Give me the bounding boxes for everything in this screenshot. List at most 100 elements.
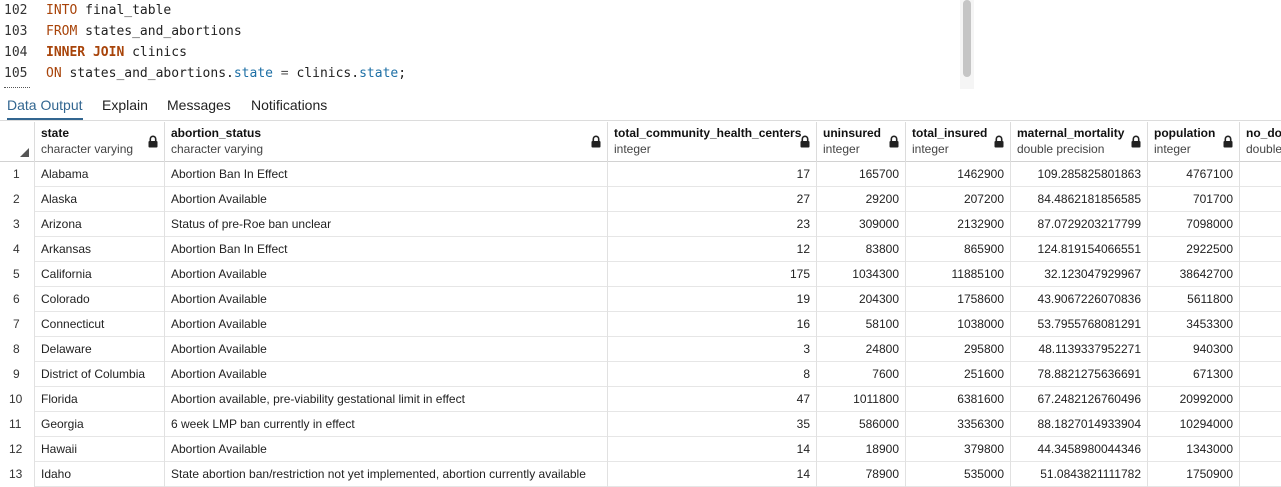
row-number[interactable]: 11 xyxy=(0,412,35,437)
cell-no-do[interactable] xyxy=(1240,387,1281,412)
row-number[interactable]: 3 xyxy=(0,212,35,237)
code-line[interactable]: 105 ON states_and_abortions.state = clini… xyxy=(0,63,960,84)
cell-no-do[interactable] xyxy=(1240,237,1281,262)
cell-abortion-status[interactable]: Abortion Available xyxy=(165,362,608,387)
cell-abortion-status[interactable]: Abortion Available xyxy=(165,337,608,362)
cell-state[interactable]: Alaska xyxy=(35,187,165,212)
cell-abortion-status[interactable]: Abortion available, pre-viability gestat… xyxy=(165,387,608,412)
cell-total-insured[interactable]: 11885100 xyxy=(906,262,1011,287)
table-row[interactable]: 13 Idaho State abortion ban/restriction no… xyxy=(0,462,1281,487)
cell-total-insured[interactable]: 6381600 xyxy=(906,387,1011,412)
cell-maternal-mortality[interactable]: 67.2482126760496 xyxy=(1011,387,1148,412)
cell-no-do[interactable] xyxy=(1240,412,1281,437)
cell-total-community-health-centers[interactable]: 19 xyxy=(608,287,817,312)
cell-total-insured[interactable]: 295800 xyxy=(906,337,1011,362)
code-line[interactable]: 102 INTO final_table xyxy=(0,0,960,21)
cell-maternal-mortality[interactable]: 109.285825801863 xyxy=(1011,162,1148,187)
cell-maternal-mortality[interactable]: 32.123047929967 xyxy=(1011,262,1148,287)
cell-no-do[interactable] xyxy=(1240,312,1281,337)
cell-total-community-health-centers[interactable]: 17 xyxy=(608,162,817,187)
cell-uninsured[interactable]: 29200 xyxy=(817,187,906,212)
cell-total-insured[interactable]: 207200 xyxy=(906,187,1011,212)
cell-total-insured[interactable]: 1038000 xyxy=(906,312,1011,337)
row-number[interactable]: 10 xyxy=(0,387,35,412)
cell-abortion-status[interactable]: Status of pre-Roe ban unclear xyxy=(165,212,608,237)
cell-state[interactable]: Colorado xyxy=(35,287,165,312)
row-number[interactable]: 6 xyxy=(0,287,35,312)
cell-abortion-status[interactable]: Abortion Available xyxy=(165,262,608,287)
table-row[interactable]: 10 Florida Abortion available, pre-viabili… xyxy=(0,387,1281,412)
cell-maternal-mortality[interactable]: 124.819154066551 xyxy=(1011,237,1148,262)
cell-uninsured[interactable]: 58100 xyxy=(817,312,906,337)
cell-total-community-health-centers[interactable]: 3 xyxy=(608,337,817,362)
column-header-state[interactable]: state character varying xyxy=(35,122,165,162)
cell-uninsured[interactable]: 1011800 xyxy=(817,387,906,412)
cell-total-community-health-centers[interactable]: 16 xyxy=(608,312,817,337)
cell-population[interactable]: 5611800 xyxy=(1148,287,1240,312)
cell-total-insured[interactable]: 1758600 xyxy=(906,287,1011,312)
cell-uninsured[interactable]: 24800 xyxy=(817,337,906,362)
cell-uninsured[interactable]: 309000 xyxy=(817,212,906,237)
row-number[interactable]: 9 xyxy=(0,362,35,387)
table-row[interactable]: 5 California Abortion Available 175 1034300 1… xyxy=(0,262,1281,287)
cell-no-do[interactable] xyxy=(1240,462,1281,487)
cell-abortion-status[interactable]: 6 week LMP ban currently in effect xyxy=(165,412,608,437)
cell-population[interactable]: 4767100 xyxy=(1148,162,1240,187)
cell-no-do[interactable] xyxy=(1240,212,1281,237)
cell-abortion-status[interactable]: Abortion Ban In Effect xyxy=(165,162,608,187)
cell-abortion-status[interactable]: Abortion Available xyxy=(165,187,608,212)
table-row[interactable]: 11 Georgia 6 week LMP ban currently in eff… xyxy=(0,412,1281,437)
cell-population[interactable]: 7098000 xyxy=(1148,212,1240,237)
cell-population[interactable]: 3453300 xyxy=(1148,312,1240,337)
cell-uninsured[interactable]: 1034300 xyxy=(817,262,906,287)
row-number[interactable]: 8 xyxy=(0,337,35,362)
cell-maternal-mortality[interactable]: 78.8821275636691 xyxy=(1011,362,1148,387)
cell-abortion-status[interactable]: State abortion ban/restriction not yet i… xyxy=(165,462,608,487)
cell-state[interactable]: District of Columbia xyxy=(35,362,165,387)
cell-state[interactable]: Georgia xyxy=(35,412,165,437)
cell-population[interactable]: 20992000 xyxy=(1148,387,1240,412)
tab-data-output[interactable]: Data Output xyxy=(7,89,83,120)
cell-uninsured[interactable]: 7600 xyxy=(817,362,906,387)
cell-maternal-mortality[interactable]: 48.1139337952271 xyxy=(1011,337,1148,362)
cell-population[interactable]: 940300 xyxy=(1148,337,1240,362)
cell-maternal-mortality[interactable]: 53.7955768081291 xyxy=(1011,312,1148,337)
column-header-abortion-status[interactable]: abortion_status character varying xyxy=(165,122,608,162)
cell-no-do[interactable] xyxy=(1240,287,1281,312)
cell-population[interactable]: 2922500 xyxy=(1148,237,1240,262)
cell-uninsured[interactable]: 83800 xyxy=(817,237,906,262)
cell-state[interactable]: Florida xyxy=(35,387,165,412)
table-row[interactable]: 8 Delaware Abortion Available 3 24800 295800 4… xyxy=(0,337,1281,362)
table-row[interactable]: 7 Connecticut Abortion Available 16 58100 103… xyxy=(0,312,1281,337)
cell-population[interactable]: 10294000 xyxy=(1148,412,1240,437)
column-header-population[interactable]: population integer xyxy=(1148,122,1240,162)
cell-state[interactable]: Idaho xyxy=(35,462,165,487)
cell-total-insured[interactable]: 3356300 xyxy=(906,412,1011,437)
cell-uninsured[interactable]: 78900 xyxy=(817,462,906,487)
row-number[interactable]: 2 xyxy=(0,187,35,212)
column-header-total-community-health-centers[interactable]: total_community_health_centers integer xyxy=(608,122,817,162)
cell-total-community-health-centers[interactable]: 12 xyxy=(608,237,817,262)
cell-uninsured[interactable]: 204300 xyxy=(817,287,906,312)
cell-total-insured[interactable]: 379800 xyxy=(906,437,1011,462)
table-row[interactable]: 6 Colorado Abortion Available 19 204300 17586… xyxy=(0,287,1281,312)
cell-total-community-health-centers[interactable]: 14 xyxy=(608,462,817,487)
cell-total-community-health-centers[interactable]: 47 xyxy=(608,387,817,412)
cell-no-do[interactable] xyxy=(1240,262,1281,287)
cell-total-community-health-centers[interactable]: 8 xyxy=(608,362,817,387)
cell-maternal-mortality[interactable]: 84.4862181856585 xyxy=(1011,187,1148,212)
cell-abortion-status[interactable]: Abortion Available xyxy=(165,287,608,312)
cell-total-community-health-centers[interactable]: 14 xyxy=(608,437,817,462)
tab-messages[interactable]: Messages xyxy=(167,89,231,120)
column-header-total-insured[interactable]: total_insured integer xyxy=(906,122,1011,162)
cell-maternal-mortality[interactable]: 88.1827014933904 xyxy=(1011,412,1148,437)
cell-state[interactable]: Arizona xyxy=(35,212,165,237)
cell-maternal-mortality[interactable]: 43.9067226070836 xyxy=(1011,287,1148,312)
row-number[interactable]: 13 xyxy=(0,462,35,487)
cell-total-insured[interactable]: 251600 xyxy=(906,362,1011,387)
cell-abortion-status[interactable]: Abortion Ban In Effect xyxy=(165,237,608,262)
cell-uninsured[interactable]: 586000 xyxy=(817,412,906,437)
cell-population[interactable]: 1343000 xyxy=(1148,437,1240,462)
table-row[interactable]: 9 District of Columbia Abortion Available 8… xyxy=(0,362,1281,387)
cell-population[interactable]: 1750900 xyxy=(1148,462,1240,487)
